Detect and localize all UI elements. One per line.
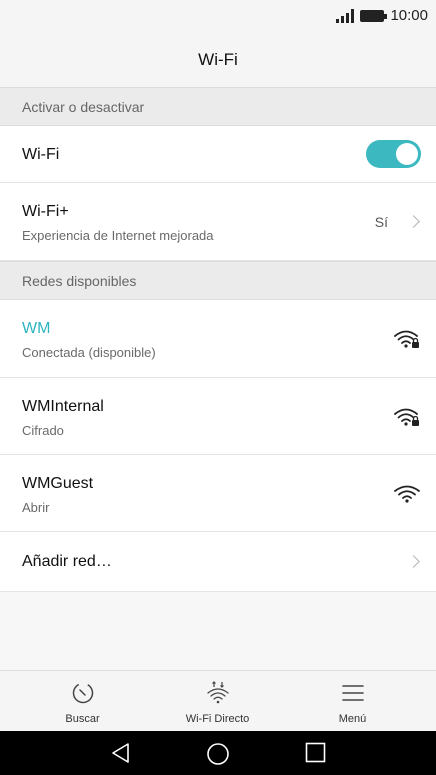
network-item-wm[interactable]: WM Conectada (disponible) — [0, 300, 436, 378]
signal-icon — [336, 8, 355, 23]
network-status: Cifrado — [22, 423, 64, 438]
refresh-icon — [72, 682, 93, 704]
bottom-action-bar: Buscar Wi-Fi Directo Menú — [0, 670, 436, 731]
wifi-toggle-switch[interactable] — [366, 140, 421, 168]
section-header-networks: Redes disponibles — [0, 261, 436, 300]
network-name: WMGuest — [22, 475, 94, 492]
wifi-lock-icon — [394, 408, 419, 426]
wifi-plus-subtitle: Experiencia de Internet mejorada — [22, 228, 214, 243]
wifi-icon — [394, 485, 420, 503]
wifi-toggle-row[interactable]: Wi-Fi — [0, 126, 436, 183]
toggle-knob — [396, 143, 418, 165]
chevron-right-icon — [407, 215, 420, 228]
wifi-direct-label: Wi-Fi Directo — [185, 713, 250, 725]
scan-button[interactable]: Buscar — [10, 671, 155, 732]
section-header-toggle: Activar o desactivar — [0, 87, 436, 126]
scan-label: Buscar — [65, 713, 100, 725]
page-title: Wi-Fi — [198, 50, 238, 69]
wifi-lock-icon — [394, 330, 419, 348]
network-name: WM — [22, 320, 51, 337]
wifi-direct-button[interactable]: Wi-Fi Directo — [145, 671, 290, 732]
wifi-plus-value: Sí — [374, 214, 388, 230]
title-bar: Wi-Fi — [0, 32, 436, 88]
wifi-direct-icon — [206, 681, 229, 704]
network-item-wminternal[interactable]: WMInternal Cifrado — [0, 378, 436, 455]
section-header-label: Redes disponibles — [22, 272, 137, 289]
network-item-wmguest[interactable]: WMGuest Abrir — [0, 455, 436, 532]
network-status: Conectada (disponible) — [22, 345, 156, 360]
menu-label: Menú — [338, 713, 367, 725]
network-name: WMInternal — [22, 398, 104, 415]
battery-icon — [360, 9, 388, 22]
recents-icon[interactable] — [305, 742, 326, 763]
wifi-toggle-label: Wi-Fi — [22, 146, 60, 163]
section-header-label: Activar o desactivar — [22, 98, 145, 115]
menu-icon — [341, 685, 364, 701]
status-bar: 10:00 — [0, 0, 436, 32]
clock: 10:00 — [390, 7, 428, 24]
network-status: Abrir — [22, 500, 50, 515]
home-icon[interactable] — [206, 742, 230, 766]
add-network-row[interactable]: Añadir red… — [0, 532, 436, 592]
back-icon[interactable] — [110, 742, 132, 764]
chevron-right-icon — [407, 555, 420, 568]
wifi-plus-label: Wi-Fi+ — [22, 203, 69, 220]
add-network-label: Añadir red… — [22, 553, 112, 570]
menu-button[interactable]: Menú — [280, 671, 425, 732]
system-nav-bar — [0, 731, 436, 775]
wifi-plus-row[interactable]: Wi-Fi+ Experiencia de Internet mejorada … — [0, 183, 436, 261]
